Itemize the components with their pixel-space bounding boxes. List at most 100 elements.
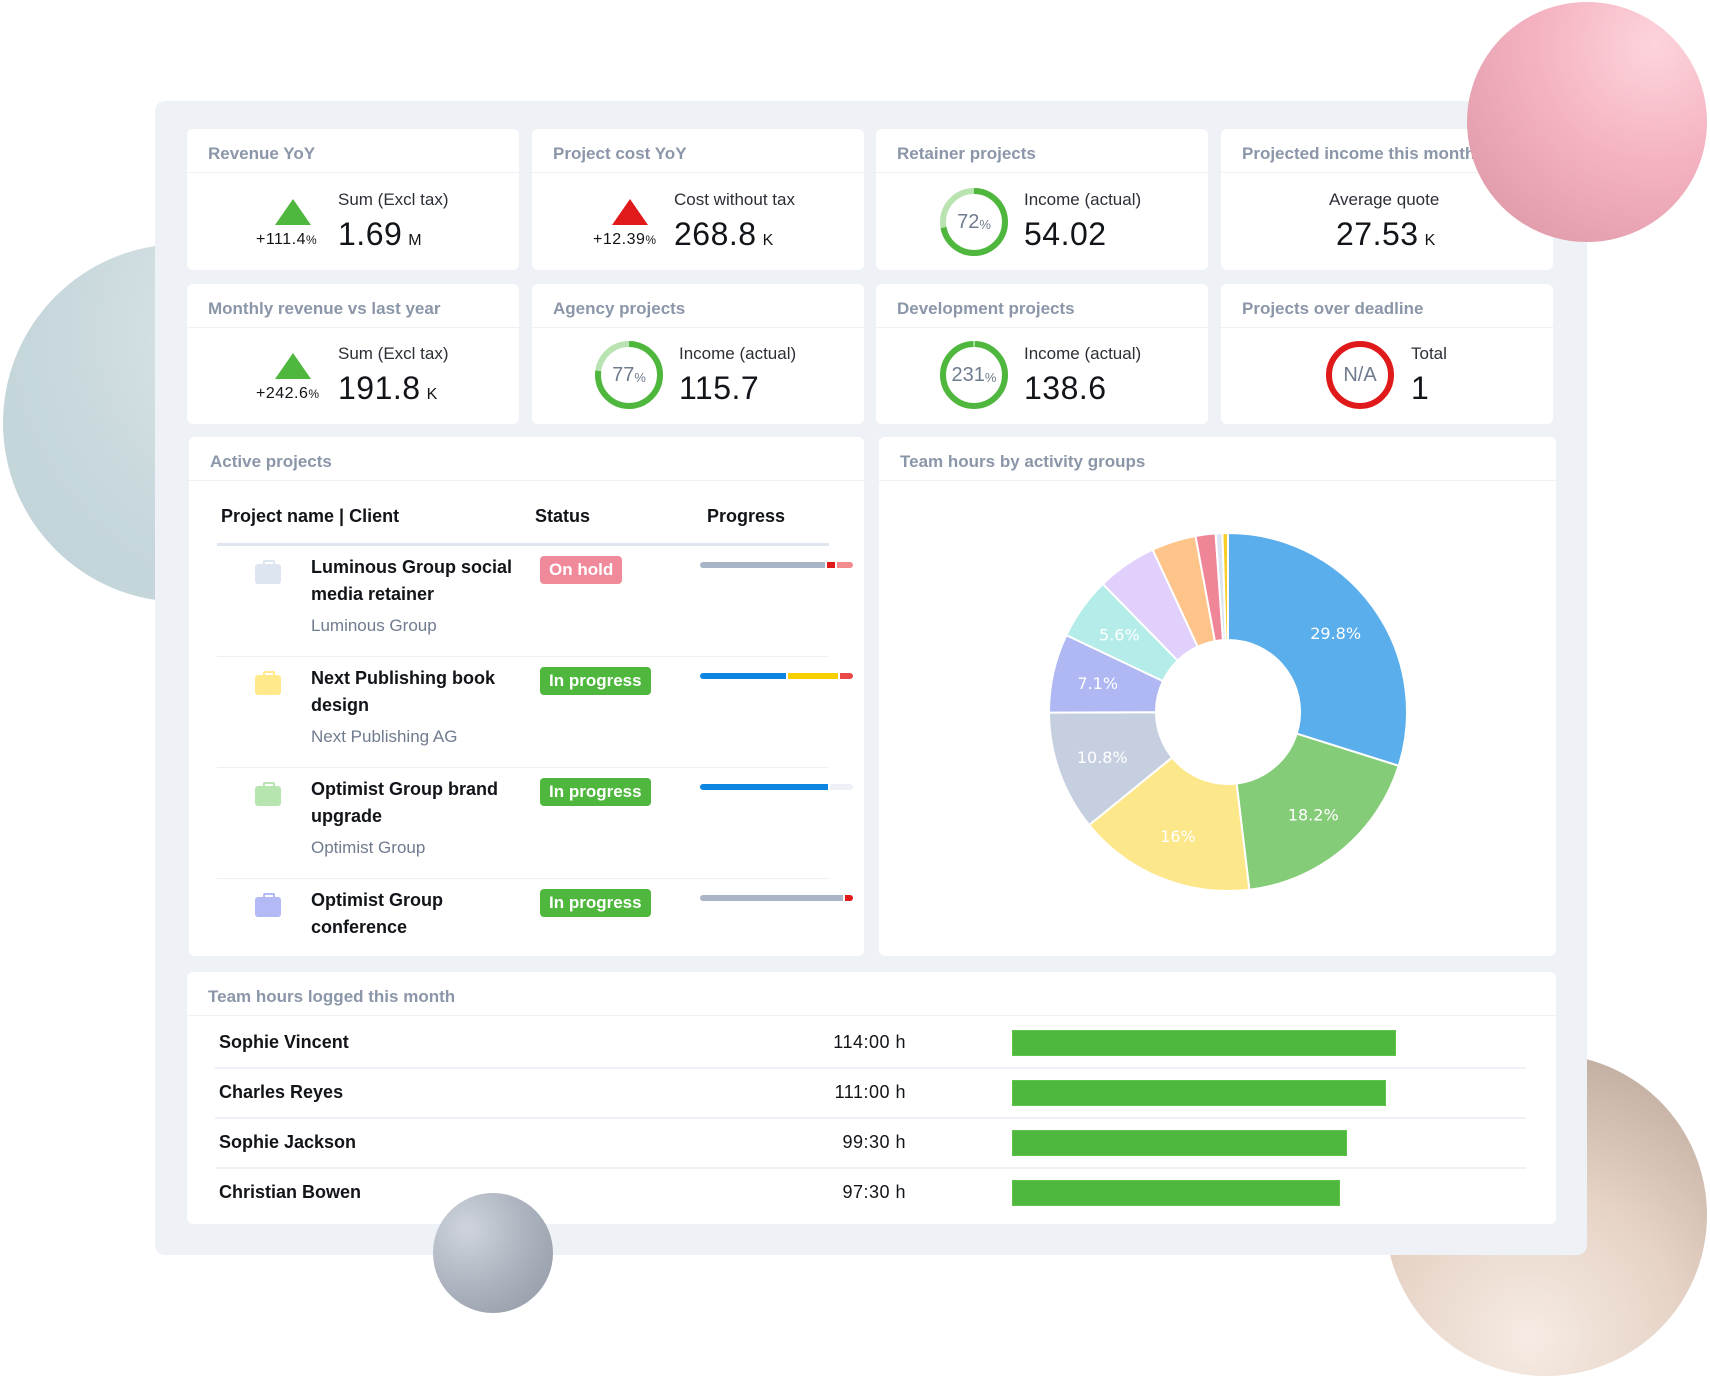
progress-segment xyxy=(827,562,835,568)
status-badge: In progress xyxy=(540,889,651,917)
kpi-label: Average quote xyxy=(1329,190,1440,209)
progress-bar xyxy=(700,673,853,679)
kpi-delta: +242.6% xyxy=(256,385,320,402)
card-title: Agency projects xyxy=(553,299,686,318)
hours-bar xyxy=(1012,1030,1396,1056)
progress-ring: 72% xyxy=(938,186,1010,258)
team-member-row[interactable]: Charles Reyes 111:00 h xyxy=(187,1069,1526,1119)
kpi-card-agency-projects[interactable]: Agency projects 77% Income (actual) 115.… xyxy=(532,284,864,424)
card-divider xyxy=(187,1015,1556,1016)
kpi-label: Sum (Excl tax) xyxy=(338,344,449,363)
kpi-card-retainer-projects[interactable]: Retainer projects 72% Income (actual) 54… xyxy=(876,129,1208,270)
card-divider xyxy=(189,480,864,481)
kpi-value: 115.7 xyxy=(679,370,760,406)
team-member-name: Sophie Jackson xyxy=(219,1132,357,1152)
status-ring-na: N/A xyxy=(1324,339,1396,411)
project-row[interactable]: Optimist Group conference In progress xyxy=(217,879,853,956)
progress-segment xyxy=(700,673,787,679)
team-member-row[interactable]: Sophie Jackson 99:30 h xyxy=(187,1119,1526,1169)
pie-slice-label: 18.2% xyxy=(1288,806,1339,825)
kpi-value: 1.69 M xyxy=(338,216,423,252)
status-badge: In progress xyxy=(540,778,651,806)
card-divider xyxy=(876,327,1208,328)
hours-bar xyxy=(1012,1080,1386,1106)
progress-bar xyxy=(700,562,853,568)
progress-segment xyxy=(836,562,853,568)
card-divider xyxy=(876,172,1208,173)
card-divider xyxy=(187,172,519,173)
hours-bar xyxy=(1012,1130,1347,1156)
card-title: Team hours logged this month xyxy=(208,987,456,1006)
team-member-row[interactable]: Sophie Vincent 114:00 h xyxy=(187,1019,1526,1069)
kpi-label: Income (actual) xyxy=(679,344,797,363)
project-name[interactable]: Optimist Group conference xyxy=(311,887,521,941)
project-row[interactable]: Optimist Group brand upgrade Optimist Gro… xyxy=(217,768,853,879)
progress-ring: 77% xyxy=(593,339,665,411)
trend-up-icon xyxy=(275,353,311,379)
pie-slice-label: 5.6% xyxy=(1099,625,1140,644)
column-header-progress[interactable]: Progress xyxy=(707,506,785,527)
kpi-delta: +12.39% xyxy=(593,231,657,248)
card-divider xyxy=(187,327,519,328)
card-title: Projects over deadline xyxy=(1242,299,1424,318)
kpi-label: Sum (Excl tax) xyxy=(338,190,449,209)
pie-slice[interactable] xyxy=(1227,531,1408,768)
project-name[interactable]: Optimist Group brand upgrade xyxy=(311,776,521,830)
hours-value: 111:00 h xyxy=(834,1082,906,1102)
progress-ring: 231% xyxy=(938,339,1010,411)
decorative-circle-pink xyxy=(1467,2,1707,242)
team-member-row[interactable]: Christian Bowen 97:30 h xyxy=(187,1169,1526,1219)
project-client: Optimist Group xyxy=(311,838,426,857)
project-name[interactable]: Next Publishing book design xyxy=(311,665,521,719)
project-name[interactable]: Luminous Group social media retainer xyxy=(311,554,521,608)
kpi-card-development-projects[interactable]: Development projects 231% Income (actual… xyxy=(876,284,1208,424)
kpi-card-project-cost-yoy[interactable]: Project cost YoY +12.39% Cost without ta… xyxy=(532,129,864,270)
briefcase-icon xyxy=(255,893,281,917)
donut-chart: 29.8% 18.2% 16% 10.8% 7.1% 5.6% xyxy=(1047,531,1408,892)
card-title: Active projects xyxy=(210,452,332,471)
briefcase-icon xyxy=(255,782,281,806)
project-client: Next Publishing AG xyxy=(311,727,458,746)
briefcase-icon xyxy=(255,671,281,695)
card-title: Revenue YoY xyxy=(208,144,316,163)
hours-value: 99:30 h xyxy=(842,1132,906,1152)
column-header-project[interactable]: Project name | Client xyxy=(221,506,399,527)
active-projects-card: Active projects Project name | Client St… xyxy=(189,437,864,956)
team-member-name: Charles Reyes xyxy=(219,1082,344,1102)
hours-value: 97:30 h xyxy=(842,1182,906,1202)
card-divider xyxy=(532,327,864,328)
kpi-label: Cost without tax xyxy=(674,190,795,209)
progress-segment xyxy=(845,895,853,901)
card-divider xyxy=(1221,327,1553,328)
progress-segment xyxy=(839,673,853,679)
kpi-value: 191.8 K xyxy=(338,370,438,406)
decorative-circle-grey xyxy=(433,1193,553,1313)
status-badge: In progress xyxy=(540,667,651,695)
team-member-name: Christian Bowen xyxy=(219,1182,362,1202)
team-hours-logged-card: Team hours logged this month Sophie Vinc… xyxy=(187,972,1556,1224)
trend-up-icon xyxy=(612,199,648,225)
hours-bar xyxy=(1012,1180,1340,1206)
card-title: Development projects xyxy=(897,299,1075,318)
kpi-label: Total xyxy=(1411,344,1447,363)
project-row[interactable]: Luminous Group social media retainer Lumi… xyxy=(217,546,853,657)
progress-segment xyxy=(830,784,853,790)
kpi-card-revenue-yoy[interactable]: Revenue YoY +111.4% Sum (Excl tax) 1.69 M xyxy=(187,129,519,270)
kpi-card-projects-over-deadline[interactable]: Projects over deadline N/A Total 1 xyxy=(1221,284,1553,424)
column-header-status[interactable]: Status xyxy=(535,506,590,527)
pie-slice-label: 29.8% xyxy=(1310,624,1361,643)
project-row[interactable]: Next Publishing book design Next Publishi… xyxy=(217,657,853,768)
card-title: Monthly revenue vs last year xyxy=(208,299,441,318)
kpi-value: 27.53 K xyxy=(1336,216,1436,252)
card-title: Projected income this month xyxy=(1242,144,1476,163)
team-member-name: Sophie Vincent xyxy=(219,1032,349,1052)
kpi-label: Income (actual) xyxy=(1024,344,1142,363)
card-title: Project cost YoY xyxy=(553,144,687,163)
kpi-delta: +111.4% xyxy=(256,231,318,248)
kpi-value: 268.8 K xyxy=(674,216,774,252)
team-hours-activity-card: Team hours by activity groups 29.8% 18.2%… xyxy=(879,437,1556,956)
progress-segment xyxy=(700,784,829,790)
kpi-card-monthly-revenue[interactable]: Monthly revenue vs last year +242.6% Sum… xyxy=(187,284,519,424)
progress-bar xyxy=(700,895,853,901)
pie-slice-label: 7.1% xyxy=(1077,674,1118,693)
